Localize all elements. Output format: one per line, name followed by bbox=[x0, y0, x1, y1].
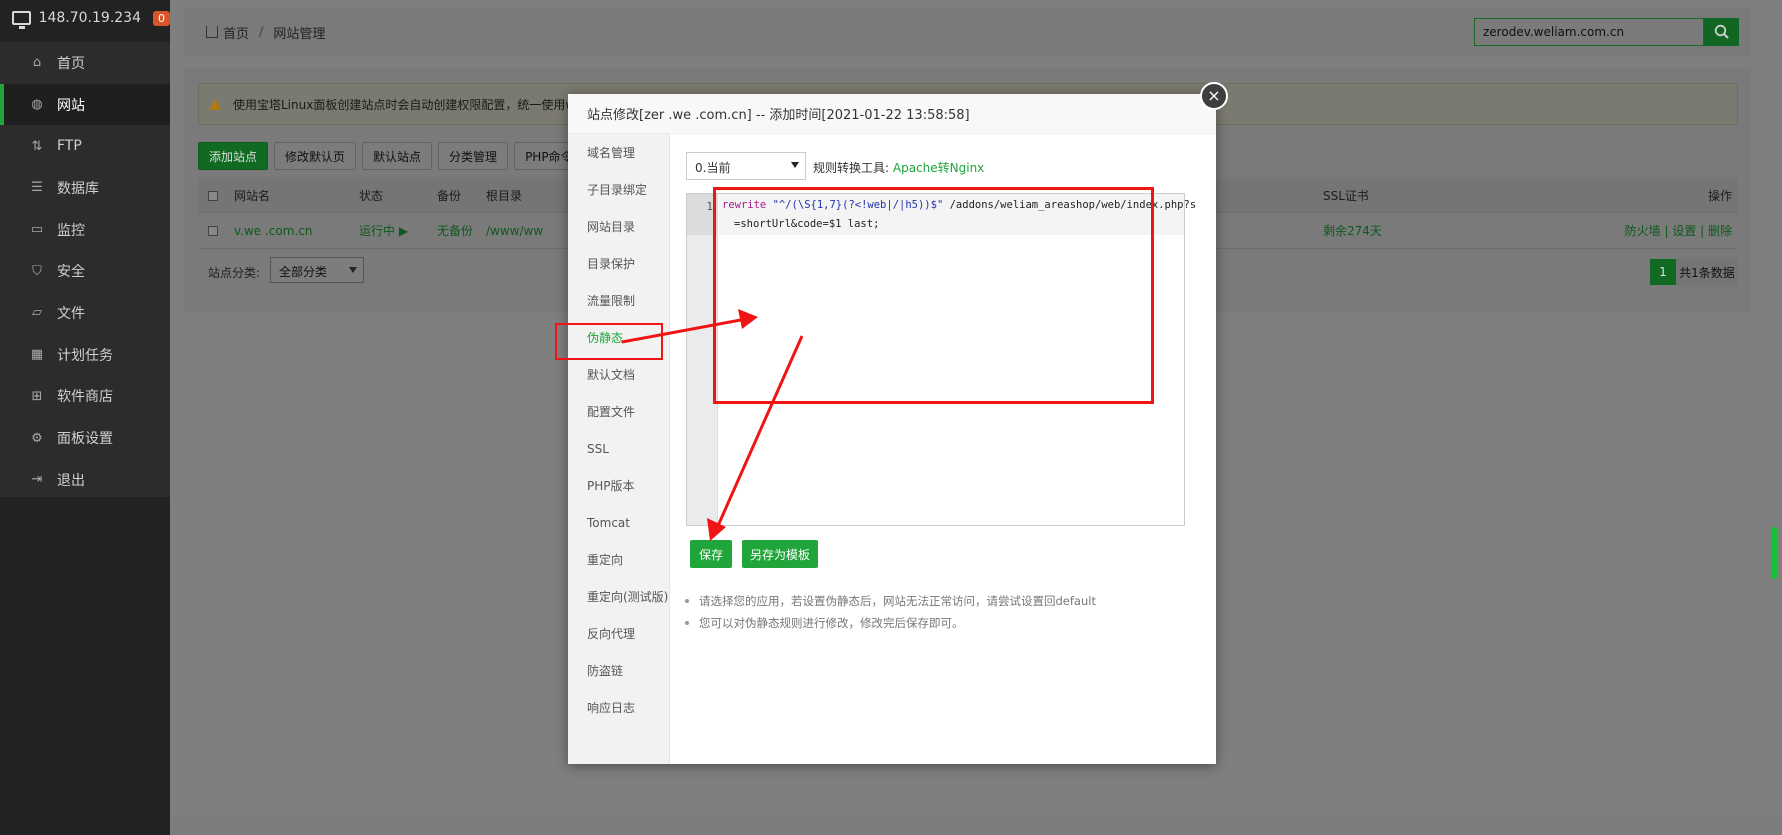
annotation-arrows bbox=[621, 309, 804, 541]
annotation-arrowhead bbox=[707, 518, 726, 541]
annotation-arrowhead bbox=[738, 309, 758, 329]
annotation-arrow-to-editor bbox=[621, 317, 747, 344]
annotation-arrow-to-save bbox=[715, 335, 804, 529]
